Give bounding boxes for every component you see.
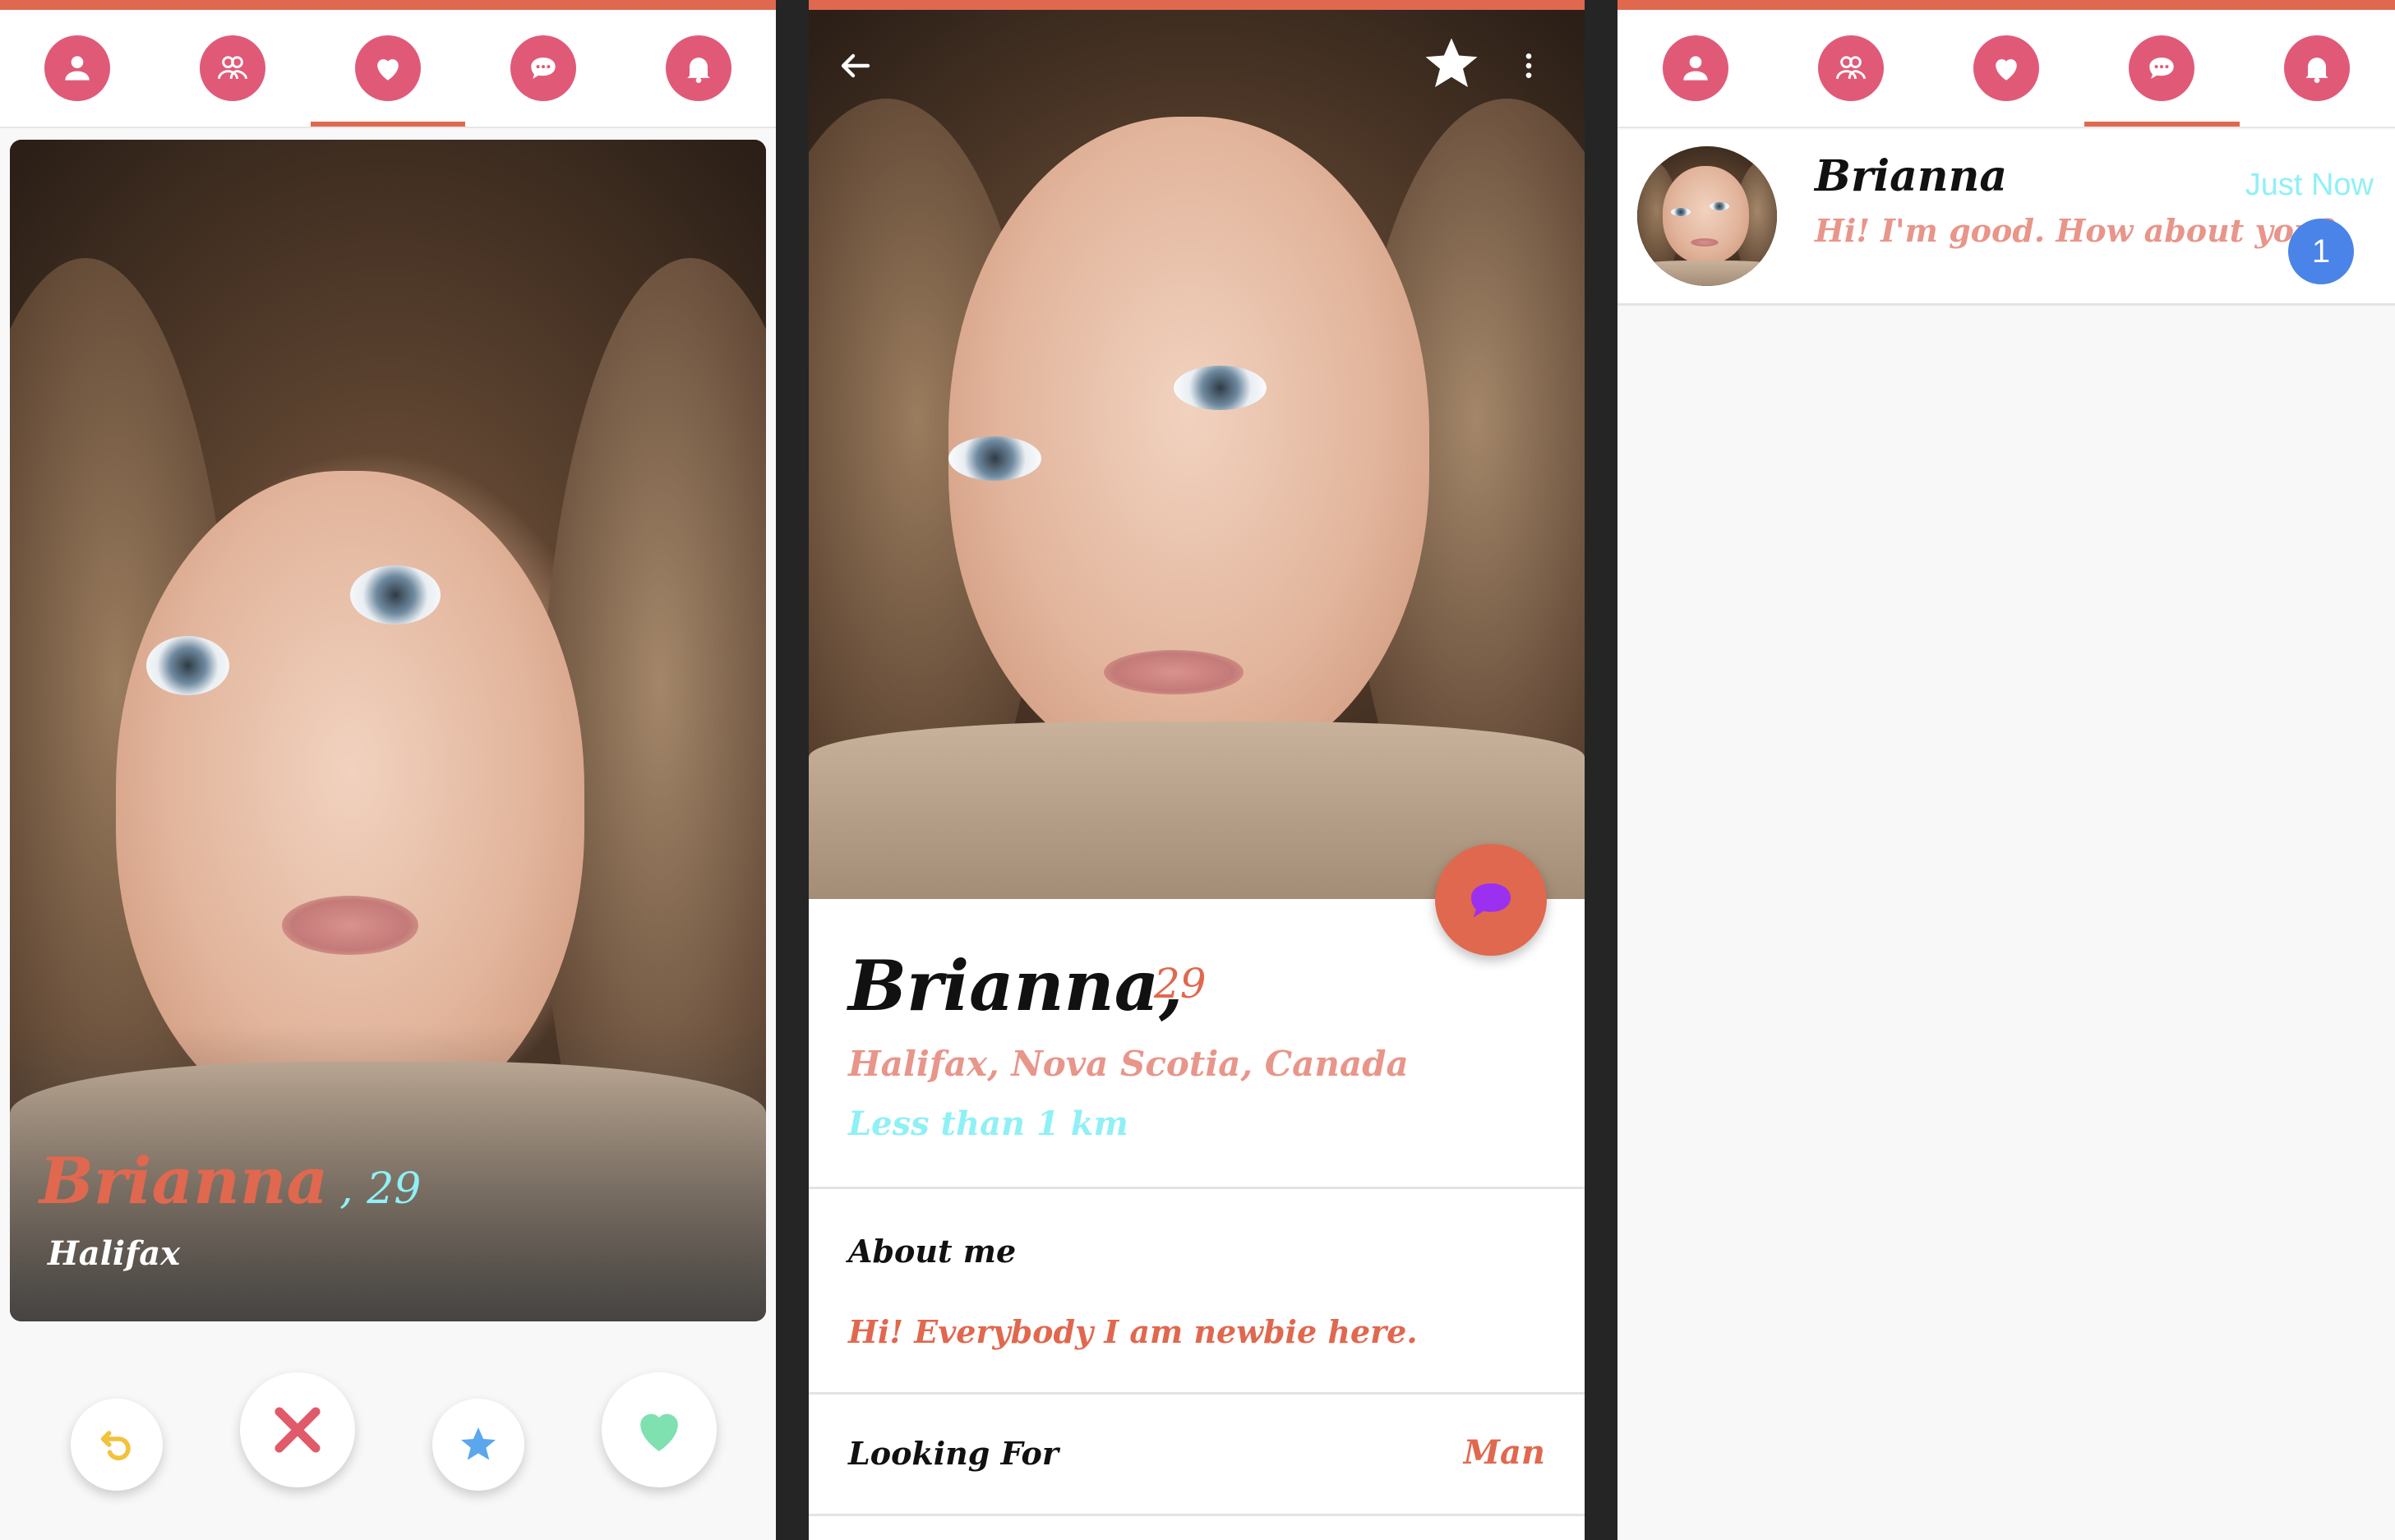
profile-distance: Less than 1 km bbox=[848, 1104, 1128, 1143]
tab-matches[interactable] bbox=[155, 10, 311, 127]
profile-detail-screen: Brianna, 29 Halifax, Nova Scotia, Canada… bbox=[809, 0, 1585, 1540]
looking-for-value: Man bbox=[1463, 1433, 1545, 1472]
divider bbox=[809, 1187, 1585, 1189]
about-title: About me bbox=[848, 1233, 1017, 1270]
card-name: Brianna bbox=[39, 1144, 329, 1219]
accent-bar bbox=[0, 0, 776, 10]
messages-screen: Brianna Just Now Hi! I'm good. How about… bbox=[1617, 0, 2395, 1540]
profile-name: Brianna, bbox=[848, 945, 1184, 1026]
conversation-preview: Hi! I'm good. How about you? bbox=[1815, 212, 2335, 249]
tab-discover[interactable] bbox=[1928, 10, 2084, 127]
about-text: Hi! Everybody I am newbie here. bbox=[848, 1313, 1418, 1350]
card-name-row: Brianna , 29 bbox=[39, 1144, 421, 1219]
back-button[interactable] bbox=[830, 41, 879, 90]
people-icon bbox=[1817, 35, 1884, 101]
accent-bar bbox=[1617, 0, 2395, 10]
heart-icon bbox=[1973, 35, 2039, 101]
heart-icon bbox=[354, 35, 421, 101]
tab-profile[interactable] bbox=[0, 10, 155, 127]
card-age: , 29 bbox=[339, 1164, 422, 1214]
accent-bar bbox=[809, 0, 1585, 10]
tab-profile[interactable] bbox=[1617, 10, 1773, 127]
star-icon bbox=[461, 1427, 496, 1460]
favorite-star-icon bbox=[1425, 38, 1478, 87]
profile-age: 29 bbox=[1154, 960, 1207, 1007]
profile-location: Halifax, Nova Scotia, Canada bbox=[848, 1044, 1409, 1084]
avatar bbox=[1637, 146, 1777, 286]
tab-notifications[interactable] bbox=[621, 10, 776, 127]
like-icon bbox=[640, 1413, 678, 1451]
discover-screen: Brianna , 29 Halifax bbox=[0, 0, 776, 1540]
super-like-button[interactable] bbox=[432, 1399, 524, 1491]
profile-photo-large bbox=[809, 10, 1585, 899]
conversation-time: Just Now bbox=[2245, 168, 2374, 202]
tab-discover[interactable] bbox=[310, 10, 466, 127]
looking-for-label: Looking For bbox=[848, 1435, 1059, 1472]
tab-chat[interactable] bbox=[2084, 10, 2240, 127]
people-icon bbox=[200, 35, 266, 101]
unread-badge: 1 bbox=[2288, 219, 2354, 284]
more-options-button[interactable] bbox=[1512, 41, 1545, 90]
user-icon bbox=[44, 35, 111, 101]
dislike-icon bbox=[275, 1407, 321, 1453]
tab-chat[interactable] bbox=[465, 10, 621, 127]
tab-bar bbox=[0, 10, 776, 128]
undo-button[interactable] bbox=[71, 1399, 163, 1491]
favorite-button[interactable] bbox=[1417, 30, 1486, 99]
chat-icon bbox=[2129, 35, 2195, 101]
conversation-item[interactable]: Brianna Just Now Hi! I'm good. How about… bbox=[1617, 130, 2395, 306]
dislike-button[interactable] bbox=[240, 1372, 355, 1487]
bell-icon bbox=[665, 35, 731, 101]
undo-icon bbox=[100, 1431, 131, 1461]
more-vert-icon bbox=[1525, 53, 1532, 78]
card-city: Halifax bbox=[48, 1234, 181, 1273]
like-button[interactable] bbox=[602, 1372, 717, 1487]
tab-notifications[interactable] bbox=[2240, 10, 2395, 127]
tab-matches[interactable] bbox=[1773, 10, 1928, 127]
divider bbox=[809, 1514, 1585, 1516]
chat-fab[interactable] bbox=[1435, 844, 1547, 956]
divider bbox=[809, 1392, 1585, 1395]
bell-icon bbox=[2284, 35, 2351, 101]
chat-icon bbox=[510, 35, 576, 101]
user-icon bbox=[1662, 35, 1728, 101]
conversation-name: Brianna bbox=[1815, 151, 2008, 201]
chat-bubble-icon bbox=[1471, 883, 1511, 918]
back-arrow-icon bbox=[841, 53, 870, 78]
tab-bar bbox=[1617, 10, 2395, 128]
